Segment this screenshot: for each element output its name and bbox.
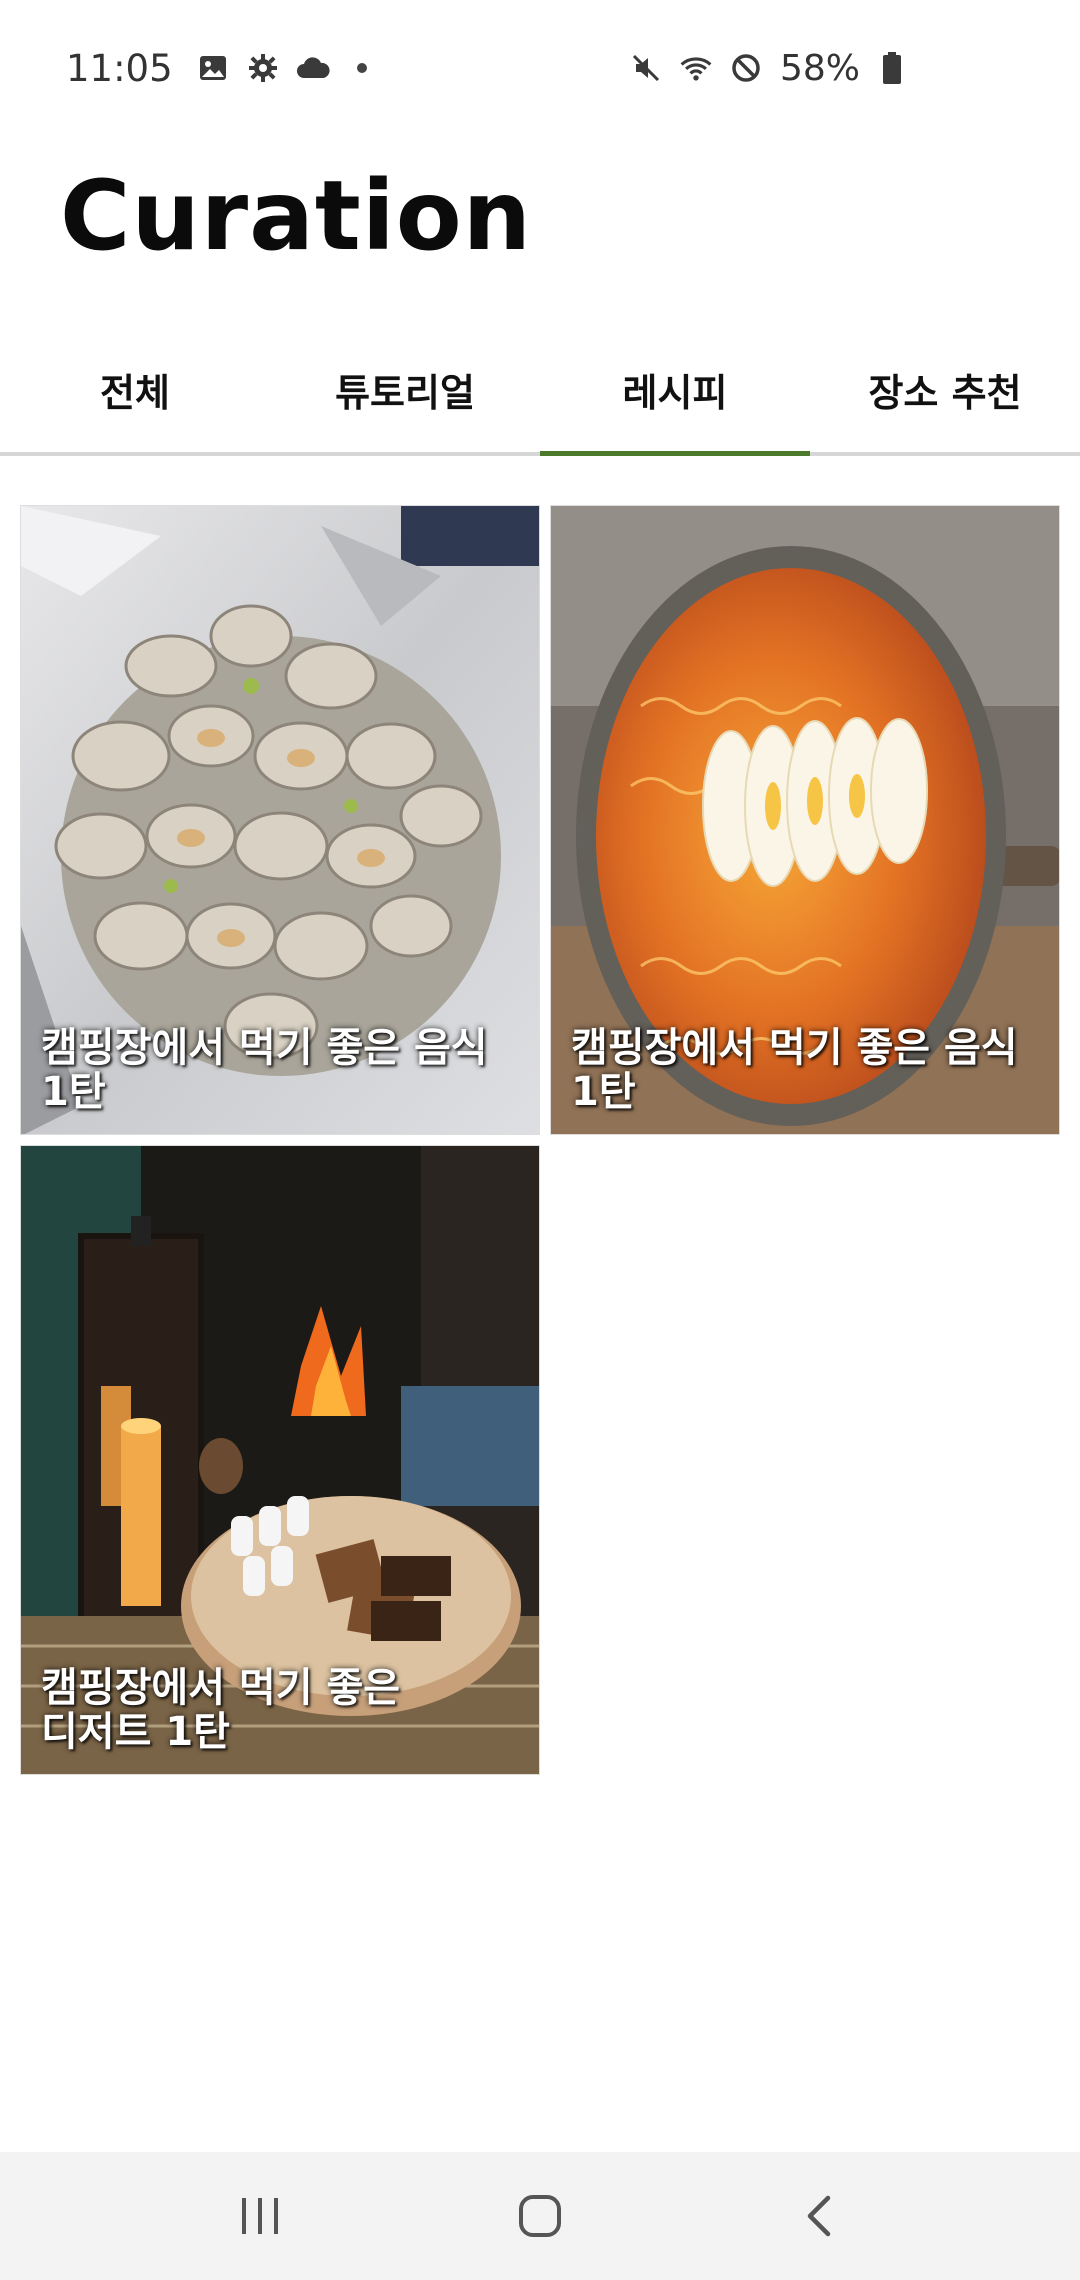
- tab-recipe[interactable]: 레시피: [540, 340, 810, 456]
- home-icon[interactable]: [500, 2176, 580, 2256]
- gallery-icon: [195, 50, 231, 86]
- battery-icon: [874, 50, 910, 86]
- notification-dot-icon: [356, 63, 367, 73]
- curation-screen: 11:05 58% Curation 전체 튜토리얼 레시피 장소 추천 캠핑장…: [0, 0, 1080, 2280]
- back-icon[interactable]: [780, 2176, 860, 2256]
- card-caption: 캠핑장에서 먹기 좋은 디저트 1탄: [41, 1665, 401, 1755]
- card-caption: 캠핑장에서 먹기 좋은 음식 1탄: [41, 1025, 488, 1115]
- status-right: 58%: [628, 48, 910, 89]
- category-tabs: 전체 튜토리얼 레시피 장소 추천: [0, 340, 1080, 456]
- curation-card[interactable]: 캠핑장에서 먹기 좋은 디저트 1탄: [20, 1145, 540, 1775]
- settings-icon: [245, 50, 281, 86]
- tab-all[interactable]: 전체: [0, 340, 270, 452]
- curation-card[interactable]: 캠핑장에서 먹기 좋은 음식 1탄: [20, 505, 540, 1135]
- recent-apps-icon[interactable]: [220, 2176, 300, 2256]
- system-nav-bar: [0, 2152, 1080, 2280]
- tab-place-recommendation[interactable]: 장소 추천: [810, 340, 1080, 452]
- status-time: 11:05: [66, 46, 173, 90]
- mute-icon: [628, 50, 664, 86]
- status-bar: 11:05 58%: [0, 0, 1080, 136]
- status-left: 11:05: [66, 47, 367, 90]
- wifi-icon: [678, 50, 714, 86]
- cloud-icon: [295, 50, 331, 86]
- curation-card[interactable]: 캠핑장에서 먹기 좋은 음식 1탄: [550, 505, 1060, 1135]
- do-not-disturb-icon: [728, 50, 764, 86]
- page-title: Curation: [60, 160, 533, 272]
- card-caption: 캠핑장에서 먹기 좋은 음식 1탄: [571, 1025, 1018, 1115]
- tab-tutorial[interactable]: 튜토리얼: [270, 340, 540, 452]
- battery-percent: 58%: [779, 47, 860, 89]
